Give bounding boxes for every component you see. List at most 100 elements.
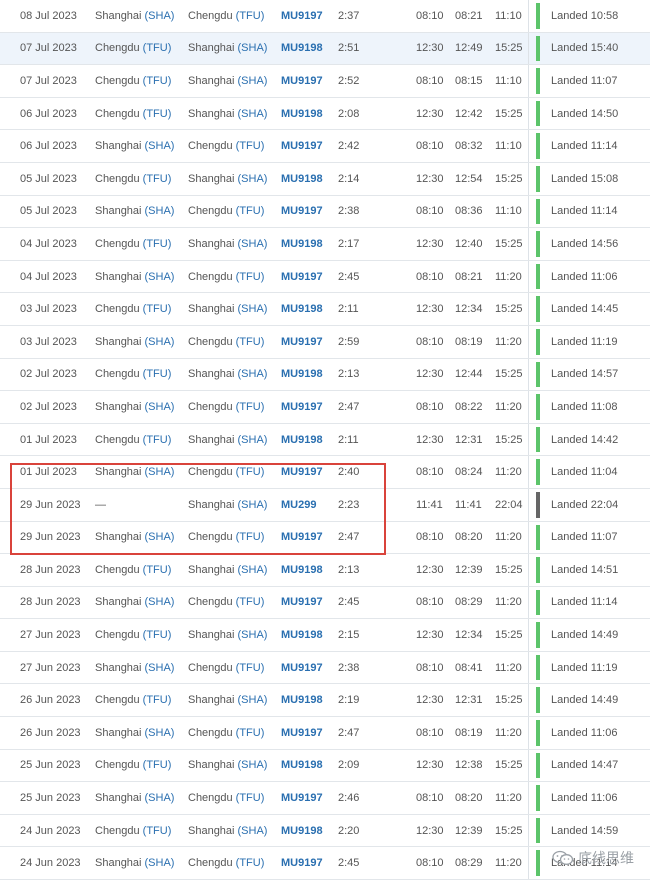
table-row[interactable]: 04 Jul 2023 Shanghai (SHA) Chengdu (TFU) MU91…: [0, 260, 650, 294]
table-row[interactable]: 24 Jun 2023 Chengdu (TFU) Shanghai (SHA) MU91…: [0, 814, 650, 848]
flight-number-link[interactable]: MU9198: [281, 750, 323, 782]
origin-code[interactable]: (TFU): [143, 759, 172, 771]
destination-code[interactable]: (SHA): [238, 75, 268, 87]
flight-number-link[interactable]: MU9197: [281, 456, 323, 488]
destination-code[interactable]: (TFU): [236, 271, 265, 283]
destination-code[interactable]: (SHA): [238, 759, 268, 771]
destination-code[interactable]: (TFU): [236, 205, 265, 217]
table-row[interactable]: 01 Jul 2023 Chengdu (TFU) Shanghai (SHA) MU91…: [0, 423, 650, 457]
origin-code[interactable]: (TFU): [143, 238, 172, 250]
destination-code[interactable]: (SHA): [238, 629, 268, 641]
flight-number-link[interactable]: MU9198: [281, 619, 323, 651]
flight-number-link[interactable]: MU9197: [281, 522, 323, 554]
origin-code[interactable]: (TFU): [143, 434, 172, 446]
table-row[interactable]: 27 Jun 2023 Chengdu (TFU) Shanghai (SHA) MU91…: [0, 619, 650, 652]
table-row[interactable]: 28 Jun 2023 Chengdu (TFU) Shanghai (SHA) MU91…: [0, 554, 650, 587]
table-row[interactable]: 04 Jul 2023 Chengdu (TFU) Shanghai (SHA) MU91…: [0, 228, 650, 261]
origin-code[interactable]: (TFU): [143, 108, 172, 120]
origin-code[interactable]: (TFU): [143, 173, 172, 185]
origin-code[interactable]: (SHA): [145, 401, 175, 413]
flight-number-link[interactable]: MU9198: [281, 684, 323, 716]
flight-number-link[interactable]: MU9198: [281, 163, 323, 195]
origin-code[interactable]: (SHA): [145, 727, 175, 739]
origin-code[interactable]: (SHA): [145, 10, 175, 22]
table-row[interactable]: 07 Jul 2023 Chengdu (TFU) Shanghai (SHA) MU91…: [0, 32, 650, 66]
origin-code[interactable]: (SHA): [145, 857, 175, 869]
flight-number-link[interactable]: MU9197: [281, 261, 323, 293]
origin-code[interactable]: (TFU): [143, 368, 172, 380]
origin-code[interactable]: (TFU): [143, 694, 172, 706]
destination-code[interactable]: (SHA): [238, 42, 268, 54]
table-row[interactable]: 26 Jun 2023 Shanghai (SHA) Chengdu (TFU) MU91…: [0, 717, 650, 750]
flight-number-link[interactable]: MU9197: [281, 196, 323, 228]
origin-code[interactable]: (SHA): [145, 662, 175, 674]
origin-code[interactable]: (SHA): [145, 531, 175, 543]
table-row[interactable]: 02 Jul 2023 Chengdu (TFU) Shanghai (SHA) MU91…: [0, 358, 650, 392]
origin-code[interactable]: (SHA): [145, 140, 175, 152]
destination-code[interactable]: (TFU): [236, 531, 265, 543]
flight-number-link[interactable]: MU9198: [281, 815, 323, 847]
origin-code[interactable]: (SHA): [145, 205, 175, 217]
destination-code[interactable]: (TFU): [236, 727, 265, 739]
table-row[interactable]: 29 Jun 2023 Shanghai (SHA) Chengdu (TFU) MU91…: [0, 521, 650, 555]
flight-number-link[interactable]: MU9197: [281, 0, 323, 32]
destination-code[interactable]: (SHA): [238, 434, 268, 446]
flight-number-link[interactable]: MU9197: [281, 587, 323, 619]
origin-code[interactable]: (TFU): [143, 42, 172, 54]
origin-code[interactable]: (SHA): [145, 466, 175, 478]
destination-code[interactable]: (SHA): [238, 108, 268, 120]
destination-code[interactable]: (SHA): [238, 368, 268, 380]
destination-code[interactable]: (SHA): [238, 499, 268, 511]
flight-number-link[interactable]: MU299: [281, 489, 316, 521]
destination-code[interactable]: (TFU): [236, 140, 265, 152]
origin-code[interactable]: (SHA): [145, 596, 175, 608]
table-row[interactable]: 05 Jul 2023 Chengdu (TFU) Shanghai (SHA) MU91…: [0, 162, 650, 196]
flight-number-link[interactable]: MU9197: [281, 717, 323, 749]
table-row[interactable]: 08 Jul 2023 Shanghai (SHA) Chengdu (TFU) MU91…: [0, 0, 650, 33]
destination-code[interactable]: (TFU): [236, 10, 265, 22]
table-row[interactable]: 07 Jul 2023 Chengdu (TFU) Shanghai (SHA) MU91…: [0, 65, 650, 98]
destination-code[interactable]: (SHA): [238, 303, 268, 315]
table-row[interactable]: 02 Jul 2023 Shanghai (SHA) Chengdu (TFU) MU91…: [0, 391, 650, 424]
flight-number-link[interactable]: MU9197: [281, 326, 323, 358]
origin-code[interactable]: (SHA): [145, 336, 175, 348]
table-row[interactable]: 03 Jul 2023 Shanghai (SHA) Chengdu (TFU) MU91…: [0, 325, 650, 359]
table-row[interactable]: 03 Jul 2023 Chengdu (TFU) Shanghai (SHA) MU91…: [0, 293, 650, 326]
origin-code[interactable]: (TFU): [143, 75, 172, 87]
table-row[interactable]: 28 Jun 2023 Shanghai (SHA) Chengdu (TFU) MU91…: [0, 586, 650, 620]
flight-number-link[interactable]: MU9198: [281, 228, 323, 260]
table-row[interactable]: 27 Jun 2023 Shanghai (SHA) Chengdu (TFU) MU91…: [0, 651, 650, 685]
destination-code[interactable]: (SHA): [238, 238, 268, 250]
origin-code[interactable]: (SHA): [145, 271, 175, 283]
table-row[interactable]: 25 Jun 2023 Shanghai (SHA) Chengdu (TFU) MU91…: [0, 782, 650, 815]
flight-number-link[interactable]: MU9197: [281, 847, 323, 879]
table-row[interactable]: 05 Jul 2023 Shanghai (SHA) Chengdu (TFU) MU91…: [0, 195, 650, 229]
origin-code[interactable]: (TFU): [143, 564, 172, 576]
destination-code[interactable]: (TFU): [236, 336, 265, 348]
flight-number-link[interactable]: MU9198: [281, 359, 323, 391]
destination-code[interactable]: (SHA): [238, 694, 268, 706]
flight-number-link[interactable]: MU9198: [281, 98, 323, 130]
origin-code[interactable]: (TFU): [143, 303, 172, 315]
flight-number-link[interactable]: MU9197: [281, 391, 323, 423]
destination-code[interactable]: (TFU): [236, 792, 265, 804]
table-row[interactable]: 06 Jul 2023 Shanghai (SHA) Chengdu (TFU) MU91…: [0, 130, 650, 163]
table-row[interactable]: 29 Jun 2023 — Shanghai (SHA) MU299 2:23 11:41 1…: [0, 488, 650, 522]
table-row[interactable]: 25 Jun 2023 Chengdu (TFU) Shanghai (SHA) MU91…: [0, 749, 650, 783]
destination-code[interactable]: (TFU): [236, 857, 265, 869]
origin-code[interactable]: (TFU): [143, 825, 172, 837]
flight-number-link[interactable]: MU9198: [281, 554, 323, 586]
flight-number-link[interactable]: MU9198: [281, 293, 323, 325]
origin-code[interactable]: (TFU): [143, 629, 172, 641]
origin-code[interactable]: (SHA): [145, 792, 175, 804]
destination-code[interactable]: (TFU): [236, 401, 265, 413]
flight-number-link[interactable]: MU9198: [281, 33, 323, 65]
destination-code[interactable]: (TFU): [236, 466, 265, 478]
table-row[interactable]: 06 Jul 2023 Chengdu (TFU) Shanghai (SHA) MU91…: [0, 97, 650, 131]
flight-number-link[interactable]: MU9197: [281, 652, 323, 684]
table-row[interactable]: 01 Jul 2023 Shanghai (SHA) Chengdu (TFU) MU91…: [0, 456, 650, 489]
flight-number-link[interactable]: MU9197: [281, 130, 323, 162]
flight-number-link[interactable]: MU9198: [281, 424, 323, 456]
flight-number-link[interactable]: MU9197: [281, 65, 323, 97]
table-row[interactable]: 26 Jun 2023 Chengdu (TFU) Shanghai (SHA) MU91…: [0, 684, 650, 718]
